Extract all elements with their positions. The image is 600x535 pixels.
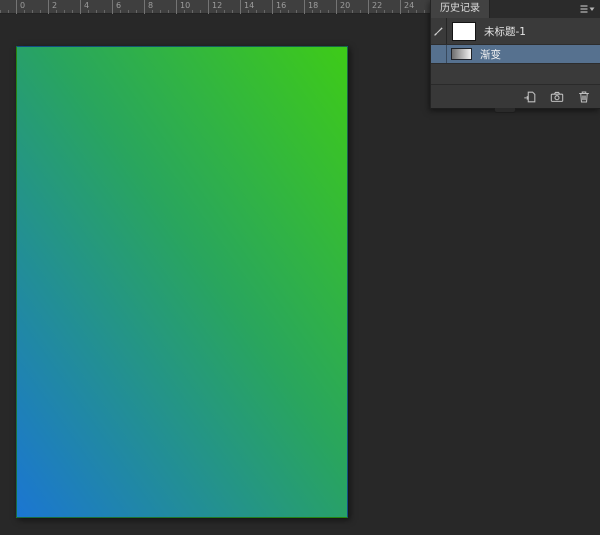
ruler-tick-label: 0 xyxy=(16,0,25,14)
ruler-tick-label: 24 xyxy=(400,0,414,14)
ruler-tick-label: 18 xyxy=(304,0,318,14)
ruler-tick-label: 20 xyxy=(336,0,350,14)
panel-menu-icon[interactable] xyxy=(579,4,595,14)
ruler-tick-label: 16 xyxy=(272,0,286,14)
snapshot-label: 未标题-1 xyxy=(484,24,526,39)
panel-resize-grip[interactable] xyxy=(494,108,516,113)
ruler-tick-label: 4 xyxy=(80,0,89,14)
new-document-from-state-icon[interactable] xyxy=(522,89,537,104)
ruler-tick-label: 10 xyxy=(176,0,190,14)
tab-history[interactable]: 历史记录 xyxy=(431,0,490,18)
new-snapshot-camera-icon[interactable] xyxy=(549,89,564,104)
panel-tab-bar: 历史记录 xyxy=(431,0,600,18)
gradient-state-icon xyxy=(451,48,472,60)
history-snapshot-row[interactable]: 未标题-1 xyxy=(431,18,600,45)
history-brush-source-cell[interactable] xyxy=(431,45,447,63)
history-state-row[interactable]: 渐变 xyxy=(431,45,600,64)
history-brush-source-icon[interactable] xyxy=(431,18,447,44)
ruler-tick-label: 2 xyxy=(48,0,57,14)
delete-trash-icon[interactable] xyxy=(576,89,591,104)
ruler-tick-label: 6 xyxy=(112,0,121,14)
ruler-tick-label: 12 xyxy=(208,0,222,14)
history-panel-footer xyxy=(431,84,600,108)
history-panel: 历史记录 未标题-1 渐变 xyxy=(430,0,600,109)
ruler-tick-label: 22 xyxy=(368,0,382,14)
history-list: 未标题-1 渐变 xyxy=(431,18,600,64)
snapshot-thumbnail xyxy=(452,22,476,41)
document-canvas[interactable] xyxy=(16,46,348,518)
ruler-tick-label: 14 xyxy=(240,0,254,14)
ruler-tick-label: 8 xyxy=(144,0,153,14)
history-empty-area xyxy=(431,64,600,84)
state-label: 渐变 xyxy=(480,47,501,62)
